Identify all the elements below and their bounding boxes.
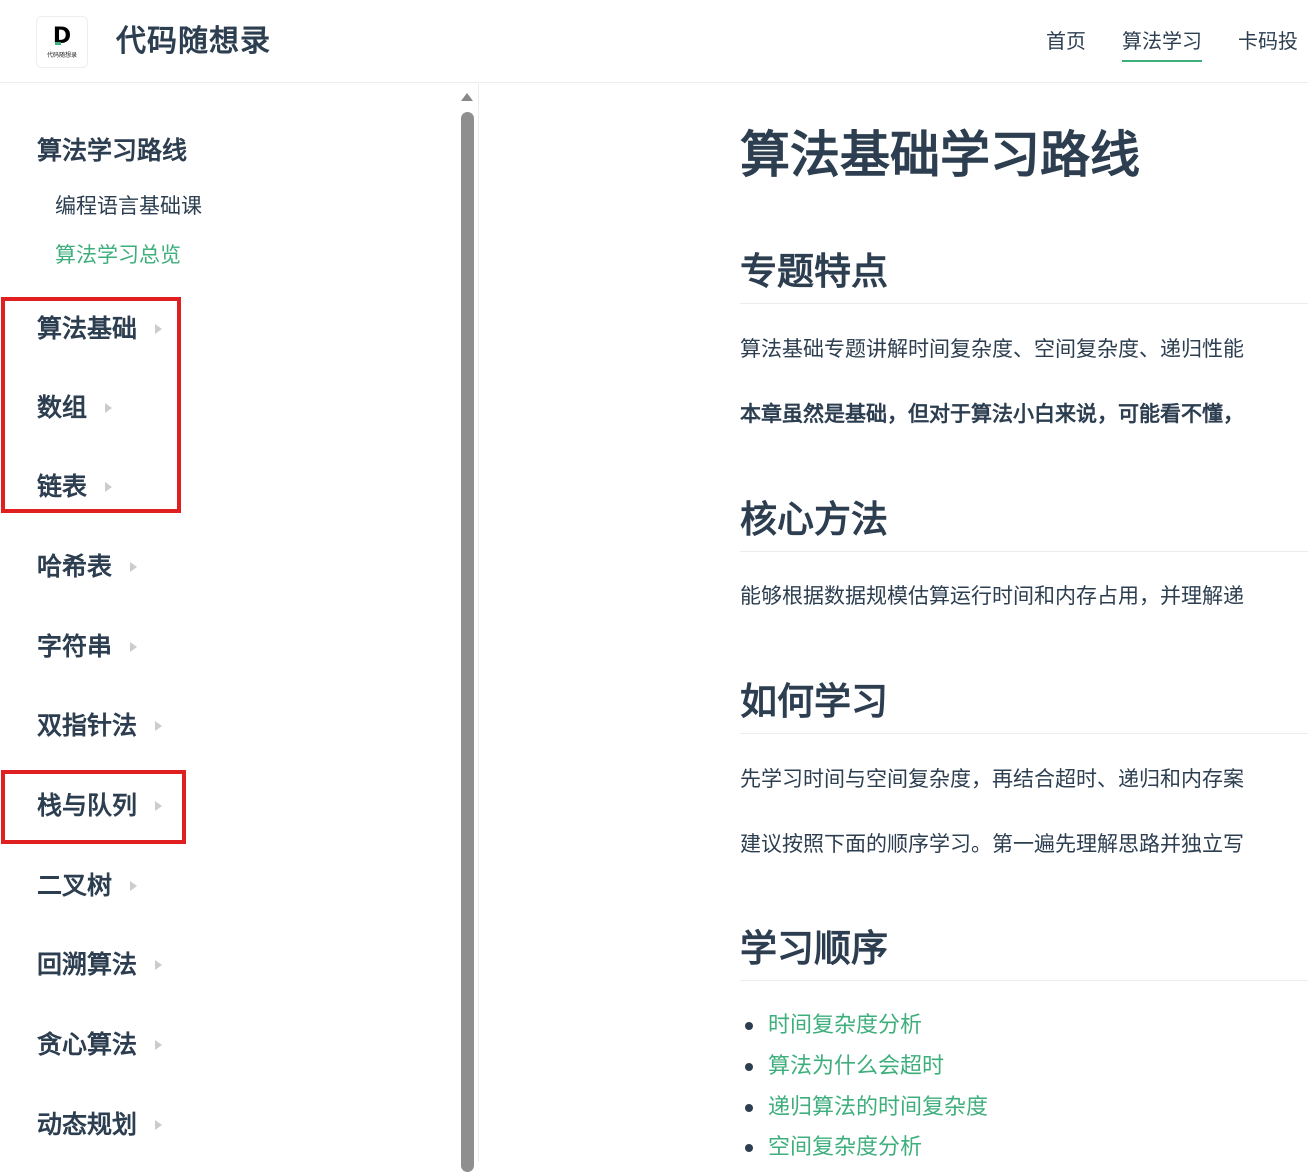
link-space-complexity[interactable]: 空间复杂度分析 [768, 1131, 922, 1161]
highlight-box-basics-array-list [1, 297, 181, 513]
chevron-right-icon [130, 881, 138, 891]
heading-core-method: 核心方法 [740, 495, 1308, 552]
sidebar-group-label: 动态规划 [37, 1110, 138, 1139]
sidebar-group-label: 哈希表 [37, 552, 113, 581]
nav-links: 首页 算法学习 卡码投 [1046, 26, 1308, 62]
link-why-timeout[interactable]: 算法为什么会超时 [768, 1050, 944, 1084]
chevron-right-icon [155, 960, 163, 970]
sidebar-group-string[interactable]: 字符串 [37, 630, 138, 664]
sidebar-group-two-pointers[interactable]: 双指针法 [37, 709, 163, 743]
features-note: 本章虽然是基础，但对于算法小白来说，可能看不懂， [740, 402, 1244, 426]
list-item: 递归算法的时间复杂度 [740, 1091, 988, 1125]
chevron-right-icon [155, 721, 163, 731]
top-navbar: D 代码随想录 代码随想录 首页 算法学习 卡码投 [0, 0, 1308, 83]
link-time-complexity[interactable]: 时间复杂度分析 [768, 1009, 922, 1043]
sidebar-group-binary-tree[interactable]: 二叉树 [37, 869, 138, 903]
sidebar-group-backtracking[interactable]: 回溯算法 [37, 948, 163, 982]
list-item: 时间复杂度分析 [740, 1009, 922, 1043]
sidebar-group-hash-table[interactable]: 哈希表 [37, 550, 138, 584]
bullet-icon [745, 1022, 753, 1030]
highlight-box-stack-queue [1, 770, 186, 844]
bullet-icon [745, 1063, 753, 1071]
sidebar-group-greedy[interactable]: 贪心算法 [37, 1028, 163, 1062]
site-logo[interactable]: D 代码随想录 [37, 17, 87, 67]
heading-features: 专题特点 [740, 247, 1308, 304]
page-title: 算法基础学习路线 [740, 126, 1140, 184]
features-paragraph: 算法基础专题讲解时间复杂度、空间复杂度、递归性能 [740, 337, 1244, 361]
sidebar-group-label: 贪心算法 [37, 1030, 138, 1059]
bullet-icon [745, 1144, 753, 1152]
sidebar-link-overview[interactable]: 算法学习总览 [55, 240, 181, 270]
sidebar-link-language-basics[interactable]: 编程语言基础课 [55, 191, 202, 221]
sidebar: 算法学习路线 编程语言基础课 算法学习总览 算法基础 数组 链表 哈希表 字符串… [0, 84, 479, 1161]
sidebar-scrollbar-thumb[interactable] [461, 112, 474, 1172]
chevron-right-icon [130, 642, 138, 652]
logo-letter: D [52, 23, 72, 49]
link-recursion-complexity[interactable]: 递归算法的时间复杂度 [768, 1091, 988, 1125]
site-name[interactable]: 代码随想录 [116, 20, 271, 64]
heading-learning-order: 学习顺序 [740, 924, 1308, 981]
nav-link-home[interactable]: 首页 [1046, 26, 1086, 62]
nav-link-kama[interactable]: 卡码投 [1238, 26, 1298, 62]
sidebar-group-dynamic-programming[interactable]: 动态规划 [37, 1108, 163, 1142]
chevron-right-icon [155, 1040, 163, 1050]
howto-paragraph-1: 先学习时间与空间复杂度，再结合超时、递归和内存案 [740, 767, 1244, 791]
sidebar-group-label: 二叉树 [37, 871, 113, 900]
main-content: 算法基础学习路线 专题特点 算法基础专题讲解时间复杂度、空间复杂度、递归性能 本… [480, 84, 1308, 1161]
howto-paragraph-2: 建议按照下面的顺序学习。第一遍先理解思路并独立写 [740, 832, 1244, 856]
list-item: 空间复杂度分析 [740, 1131, 922, 1161]
scroll-up-arrow-icon[interactable] [461, 93, 473, 101]
chevron-right-icon [155, 1120, 163, 1130]
sidebar-group-label: 回溯算法 [37, 950, 138, 979]
heading-how-to-learn: 如何学习 [740, 677, 1308, 734]
chevron-right-icon [130, 562, 138, 572]
sidebar-title[interactable]: 算法学习路线 [37, 135, 187, 167]
logo-text: 代码随想录 [46, 51, 77, 59]
sidebar-group-label: 字符串 [37, 632, 113, 661]
list-item: 算法为什么会超时 [740, 1050, 944, 1084]
sidebar-group-label: 双指针法 [37, 711, 138, 740]
method-paragraph: 能够根据数据规模估算运行时间和内存占用，并理解递 [740, 584, 1244, 608]
nav-link-algorithms[interactable]: 算法学习 [1122, 26, 1202, 62]
bullet-icon [745, 1104, 753, 1112]
